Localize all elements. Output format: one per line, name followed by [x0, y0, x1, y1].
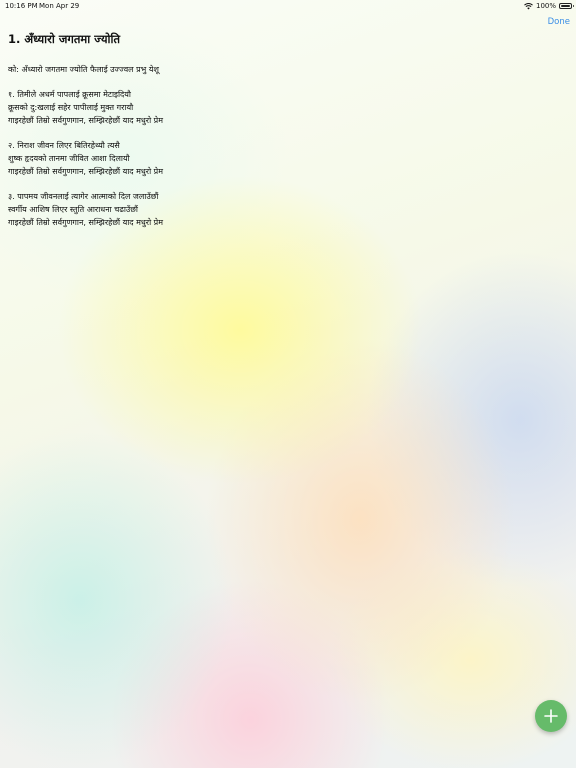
status-date: Mon Apr 29 [39, 2, 80, 10]
verse-line: १. तिमीले अधर्म पापलाई क्रूसमा मेटाइदियौ [8, 90, 131, 99]
verse-line: शुष्क हृदयको तानमा जीवित आशा दिलायौ [8, 154, 130, 163]
status-bar: 10:16 PM Mon Apr 29 100% [0, 0, 576, 12]
battery-percent: 100% [535, 2, 556, 10]
verse-3: ३. पापमय जीवनलाई त्यागेर आत्माको दिल जला… [8, 190, 548, 229]
verse-line: क्रूसको दु:खलाई सहेर पापीलाई मुक्त गरायौ [8, 103, 134, 112]
verse-line: गाइरहेछौं तिम्रो सर्वगुणगान, सम्झिरहेछौं… [8, 218, 164, 227]
verse-line: २. निराश जीवन लिएर बितिरहेथ्यौ त्यसै [8, 141, 120, 150]
verse-line: ३. पापमय जीवनलाई त्यागेर आत्माको दिल जला… [8, 192, 159, 201]
verse-line: गाइरहेछौं तिम्रो सर्वगुणगान, सम्झिरहेछौं… [8, 116, 164, 125]
verse-1: १. तिमीले अधर्म पापलाई क्रूसमा मेटाइदियौ… [8, 88, 548, 127]
chorus: को: अँध्यारो जगतमा ज्योति फैलाई उज्ज्वल … [8, 63, 548, 76]
battery-icon [559, 3, 574, 9]
wifi-icon [524, 2, 533, 10]
verse-line: को: अँध्यारो जगतमा ज्योति फैलाई उज्ज्वल … [8, 65, 159, 74]
verse-2: २. निराश जीवन लिएर बितिरहेथ्यौ त्यसै शुष… [8, 139, 548, 178]
song-content: 1. अँध्यारो जगतमा ज्योति को: अँध्यारो जग… [8, 30, 548, 241]
done-button[interactable]: Done [548, 17, 570, 27]
status-time: 10:16 PM [5, 2, 38, 10]
song-title: 1. अँध्यारो जगतमा ज्योति [8, 32, 120, 46]
verse-line: स्वर्गीय आशिष लिएर स्तुति आराधना चढाउँछौ… [8, 205, 138, 214]
plus-icon [544, 709, 558, 723]
verse-line: गाइरहेछौं तिम्रो सर्वगुणगान, सम्झिरहेछौं… [8, 167, 164, 176]
add-button[interactable] [535, 700, 567, 732]
status-indicators: 100% [524, 0, 574, 12]
